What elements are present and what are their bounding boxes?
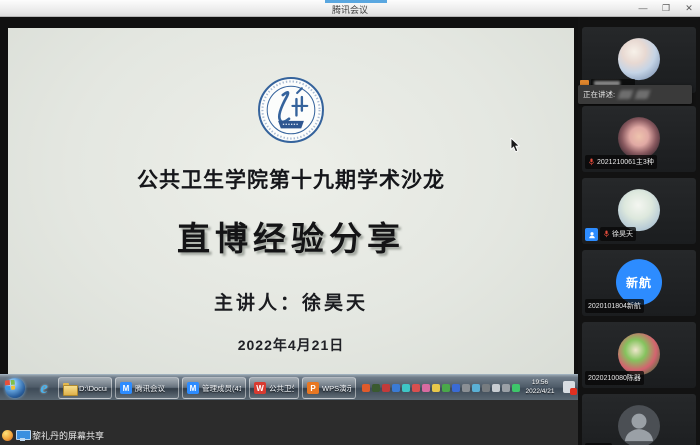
screen-share-banner: 黎礼丹的屏幕共享 — [2, 429, 104, 442]
minimize-button[interactable]: — — [636, 2, 650, 14]
avatar — [618, 333, 660, 375]
participant-tile-4[interactable]: 新航 2020101804新航 — [582, 250, 696, 316]
share-banner-label: 黎礼丹的屏幕共享 — [32, 429, 104, 442]
wps-presentation-icon: P — [307, 382, 319, 394]
participant-tile-3[interactable]: 徐昊天 — [582, 178, 696, 244]
participant-name: 2020101804新航 — [588, 301, 641, 311]
share-app-icon — [2, 430, 13, 441]
slide-main-title: 直博经验分享 — [8, 212, 574, 260]
participant-tile-5[interactable]: 2020210080陈器 — [582, 322, 696, 388]
slide-date: 2022年4月21日 — [8, 335, 574, 355]
clock-date: 2022/4/21 — [520, 387, 560, 396]
tray-icon-3[interactable] — [382, 384, 390, 392]
mouse-cursor — [510, 138, 520, 153]
blurred-name — [618, 90, 634, 99]
window-controls: — ❐ ✕ — [636, 2, 696, 14]
folder-icon — [63, 383, 76, 394]
desktop-screen: 腾讯会议 — ❐ ✕ 公共卫生学院第十九期学术沙龙 直博经验分享 主讲人：徐昊天… — [0, 0, 700, 445]
tray-icon-8[interactable] — [432, 384, 440, 392]
tray-icon-1[interactable] — [362, 384, 370, 392]
notification-icon[interactable] — [563, 381, 575, 393]
muted-mic-icon — [603, 230, 610, 238]
taskbar-button-wps-doc[interactable]: W 公共卫生学院.. — [249, 377, 299, 399]
university-seal-logo — [257, 76, 325, 144]
name-chip: 2020210080陈器 — [585, 371, 644, 385]
tray-icon-2[interactable] — [372, 384, 380, 392]
internet-explorer-icon[interactable]: e — [32, 377, 56, 399]
participant-name: 2020210080陈器 — [588, 373, 641, 383]
presenter-badge-icon — [585, 228, 598, 241]
participant-tile-6[interactable]: 冯先铭 — [582, 394, 696, 445]
avatar-default-silhouette — [618, 405, 660, 445]
tray-icon-5[interactable] — [402, 384, 410, 392]
tencent-meeting-icon: M — [187, 382, 199, 394]
system-tray[interactable] — [362, 375, 520, 401]
name-chip: 2021210061主3种 — [585, 155, 657, 169]
windows-taskbar: e D:\Document... M 腾讯会议 M 管理成员(41) W 公共卫… — [0, 374, 578, 400]
tray-icon-7[interactable] — [422, 384, 430, 392]
participant-tile-2[interactable]: 2021210061主3种 — [582, 106, 696, 172]
tray-icon-12[interactable] — [472, 384, 480, 392]
avatar — [618, 189, 660, 231]
tray-icon-14[interactable] — [492, 384, 500, 392]
tray-icon-10[interactable] — [452, 384, 460, 392]
name-chip: 徐昊天 — [600, 227, 636, 241]
tray-icon-11[interactable] — [462, 384, 470, 392]
tray-icon-4[interactable] — [392, 384, 400, 392]
slide-title: 公共卫生学院第十九期学术沙龙 — [8, 164, 574, 194]
tray-icon-16[interactable] — [512, 384, 520, 392]
avatar — [618, 38, 660, 80]
monitor-icon — [16, 430, 29, 441]
window-title: 腾讯会议 — [0, 3, 700, 16]
tray-icon-6[interactable] — [412, 384, 420, 392]
taskbar-button-member-management[interactable]: M 管理成员(41) — [182, 377, 246, 399]
person-icon — [618, 405, 660, 445]
tray-icon-13[interactable] — [482, 384, 490, 392]
participant-name: 徐昊天 — [612, 229, 633, 239]
restore-button[interactable]: ❐ — [659, 2, 673, 14]
participants-sidebar[interactable]: 正在讲述: 2021210061主3种 — [578, 17, 700, 445]
participant-name: 2021210061主3种 — [597, 157, 654, 167]
avatar — [618, 117, 660, 159]
name-chip: 2020101804新航 — [585, 299, 644, 313]
clock-time: 19:56 — [520, 378, 560, 387]
window-titlebar: 腾讯会议 — ❐ ✕ — [0, 0, 700, 17]
speaking-toast: 正在讲述: — [578, 85, 692, 104]
taskbar-button-wps-presentation[interactable]: P WPS演示 (幻... — [302, 377, 356, 399]
taskbar-button-explorer[interactable]: D:\Document... — [58, 377, 112, 399]
blurred-name — [635, 90, 651, 99]
windows-logo-icon — [5, 380, 16, 391]
meeting-bottom-area: 黎礼丹的屏幕共享 — [0, 400, 578, 445]
shared-screen-slide: 公共卫生学院第十九期学术沙龙 直博经验分享 主讲人：徐昊天 2022年4月21日 — [8, 28, 574, 374]
muted-mic-icon — [588, 158, 595, 166]
taskbar-button-tencent-meeting[interactable]: M 腾讯会议 — [115, 377, 179, 399]
tray-icon-9[interactable] — [442, 384, 450, 392]
tray-icon-15[interactable] — [502, 384, 510, 392]
close-button[interactable]: ✕ — [682, 2, 696, 14]
speaking-toast-label: 正在讲述: — [583, 89, 615, 100]
tencent-meeting-icon: M — [120, 382, 132, 394]
taskbar-clock[interactable]: 19:56 2022/4/21 — [520, 378, 560, 396]
slide-speaker: 主讲人：徐昊天 — [8, 288, 574, 315]
wps-office-icon: W — [254, 382, 266, 394]
